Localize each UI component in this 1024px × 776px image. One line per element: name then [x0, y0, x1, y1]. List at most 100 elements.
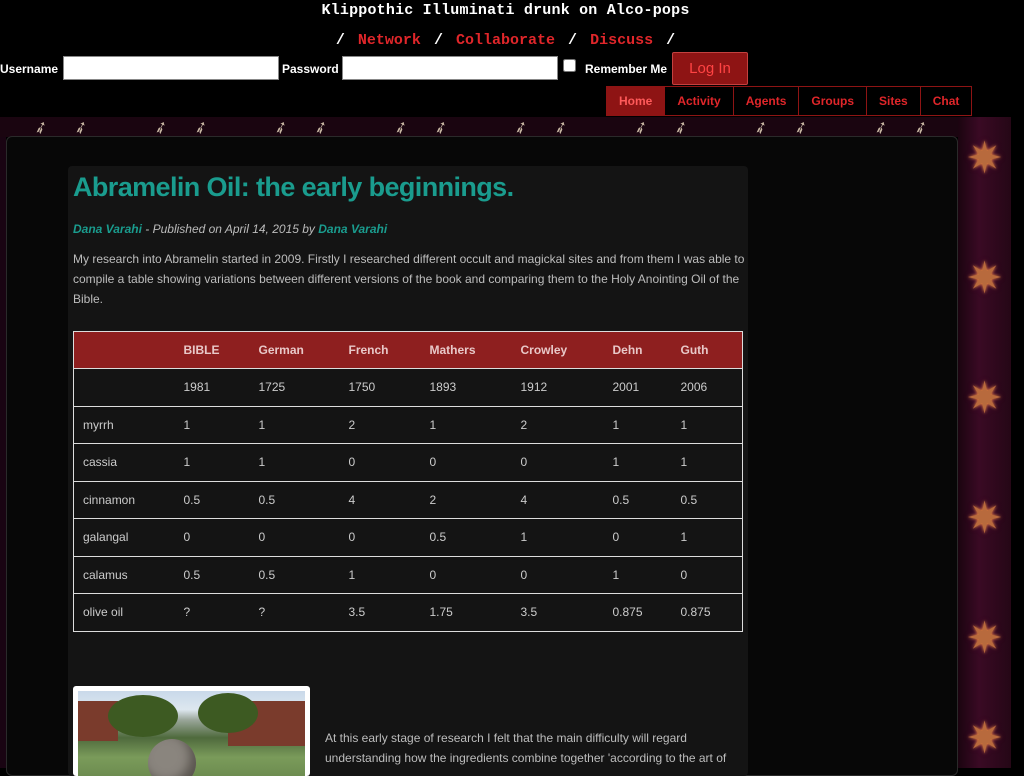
sigil-arrow-icon: ➶ — [31, 117, 52, 137]
table-cell: 0.875 — [603, 593, 672, 632]
sigil-arrow-icon: ➶ — [511, 117, 532, 137]
tab-home[interactable]: Home — [607, 87, 666, 115]
tab-chat[interactable]: Chat — [920, 87, 972, 115]
main-tabs: Home Activity Agents Groups Sites Chat — [606, 86, 973, 116]
tab-sites[interactable]: Sites — [867, 87, 921, 115]
table-cell: 4 — [339, 481, 421, 519]
photo-tree — [108, 695, 178, 737]
chaos-star-icon: ✷ — [966, 613, 1003, 664]
table-row: olive oil ? ? 3.5 1.75 3.5 0.875 0.875 — [73, 593, 743, 632]
decorative-banner: ➶ ➶ ➶ ➶ ➶ ➶ ➶ ➶ ➶ ➶ ➶ ➶ ➶ ➶ ➶ ➶ — [0, 117, 1011, 137]
table-header-cell: German — [249, 331, 340, 369]
table-cell: 1 — [339, 556, 421, 594]
table-row: calamus 0.5 0.5 1 0 0 1 0 — [73, 556, 743, 594]
table-cell: cassia — [73, 443, 175, 482]
chaos-star-icon: ✷ — [966, 493, 1003, 544]
nav-separator: / — [335, 32, 345, 49]
table-cell: 1893 — [420, 368, 512, 407]
remember-me-checkbox[interactable] — [563, 59, 576, 72]
chaos-star-icon: ✷ — [966, 713, 1003, 764]
table-cell: 0.5 — [249, 556, 340, 594]
table-cell: myrrh — [73, 406, 175, 444]
login-button[interactable]: Log In — [672, 52, 748, 85]
username-input[interactable] — [63, 56, 279, 80]
table-cell: ? — [174, 593, 250, 632]
sigil-arrow-icon: ➶ — [911, 117, 932, 137]
nav-separator: / — [433, 32, 443, 49]
table-header-cell — [73, 331, 175, 369]
chaos-star-icon: ✷ — [966, 133, 1003, 184]
sigil-arrow-icon: ➶ — [671, 117, 692, 137]
table-cell: 0 — [603, 518, 672, 557]
top-nav: / Network / Collaborate / Discuss / — [0, 32, 1011, 49]
table-cell: 0 — [420, 443, 512, 482]
nav-link-collaborate[interactable]: Collaborate — [456, 32, 555, 49]
table-cell: 0 — [511, 443, 604, 482]
sigil-arrow-icon: ➶ — [311, 117, 332, 137]
table-cell: 0.5 — [249, 481, 340, 519]
article-followup-text: At this early stage of research I felt t… — [325, 731, 727, 765]
password-label: Password — [282, 62, 339, 76]
table-cell: 3.5 — [339, 593, 421, 632]
chaos-star-icon: ✷ — [966, 373, 1003, 424]
table-cell: 0 — [249, 518, 340, 557]
table-header-cell: Guth — [671, 331, 743, 369]
sigil-arrow-icon: ➶ — [151, 117, 172, 137]
article-intro: My research into Abramelin started in 20… — [73, 252, 745, 306]
tab-groups[interactable]: Groups — [799, 87, 868, 115]
table-cell: 1981 — [174, 368, 250, 407]
table-cell: 0.5 — [671, 481, 743, 519]
table-cell: 2006 — [671, 368, 743, 407]
nav-separator: / — [666, 32, 676, 49]
table-cell: cinnamon — [73, 481, 175, 519]
table-cell: 0.5 — [603, 481, 672, 519]
nav-link-discuss[interactable]: Discuss — [590, 32, 653, 49]
nav-separator: / — [568, 32, 578, 49]
table-cell: 2 — [511, 406, 604, 444]
table-cell: 1 — [174, 443, 250, 482]
table-cell: galangal — [73, 518, 175, 557]
table-cell: 0.875 — [671, 593, 743, 632]
article-photo[interactable] — [73, 686, 310, 776]
table-cell: ? — [249, 593, 340, 632]
nav-link-network[interactable]: Network — [358, 32, 421, 49]
publisher-link[interactable]: Dana Varahi — [318, 222, 387, 236]
table-cell: 1 — [671, 443, 743, 482]
table-cell: 1 — [603, 443, 672, 482]
sigil-arrow-icon: ➶ — [791, 117, 812, 137]
author-link[interactable]: Dana Varahi — [73, 222, 142, 236]
article-byline: Dana Varahi - Published on April 14, 201… — [73, 222, 387, 236]
photo-image — [78, 691, 305, 776]
sigil-arrow-icon: ➶ — [391, 117, 412, 137]
chaos-star-icon: ✷ — [966, 253, 1003, 304]
table-cell: 2 — [420, 481, 512, 519]
tab-agents[interactable]: Agents — [733, 87, 800, 115]
ingredients-table: BIBLE German French Mathers Crowley Dehn… — [73, 331, 743, 632]
tab-activity[interactable]: Activity — [665, 87, 734, 115]
table-header-cell: Mathers — [420, 331, 512, 369]
article-title[interactable]: Abramelin Oil: the early beginnings. — [73, 172, 514, 203]
sigil-arrow-icon: ➶ — [551, 117, 572, 137]
table-cell: 1 — [174, 406, 250, 444]
table-cell: 0 — [671, 556, 743, 594]
published-text: - Published on April 14, 2015 by — [141, 222, 319, 236]
login-form: Username Password Remember Me Log In — [0, 52, 760, 85]
password-input[interactable] — [342, 56, 558, 80]
table-cell: 3.5 — [511, 593, 604, 632]
table-header-cell: BIBLE — [174, 331, 250, 369]
table-cell: 0 — [339, 518, 421, 557]
table-cell: 0 — [339, 443, 421, 482]
table-header-cell: Crowley — [511, 331, 604, 369]
table-cell: 1912 — [511, 368, 604, 407]
table-header-row: BIBLE German French Mathers Crowley Dehn… — [73, 331, 743, 369]
sigil-arrow-icon: ➶ — [431, 117, 452, 137]
table-cell: 2001 — [603, 368, 672, 407]
photo-person — [148, 739, 196, 776]
sigil-arrow-icon: ➶ — [631, 117, 652, 137]
remember-me-label: Remember Me — [585, 62, 668, 76]
sigil-arrow-icon: ➶ — [71, 117, 92, 137]
right-decorative-strip: ✷ ✷ ✷ ✷ ✷ ✷ — [958, 117, 1011, 768]
table-cell: 1 — [671, 406, 743, 444]
table-cell: 1 — [249, 443, 340, 482]
table-cell: 1.75 — [420, 593, 512, 632]
